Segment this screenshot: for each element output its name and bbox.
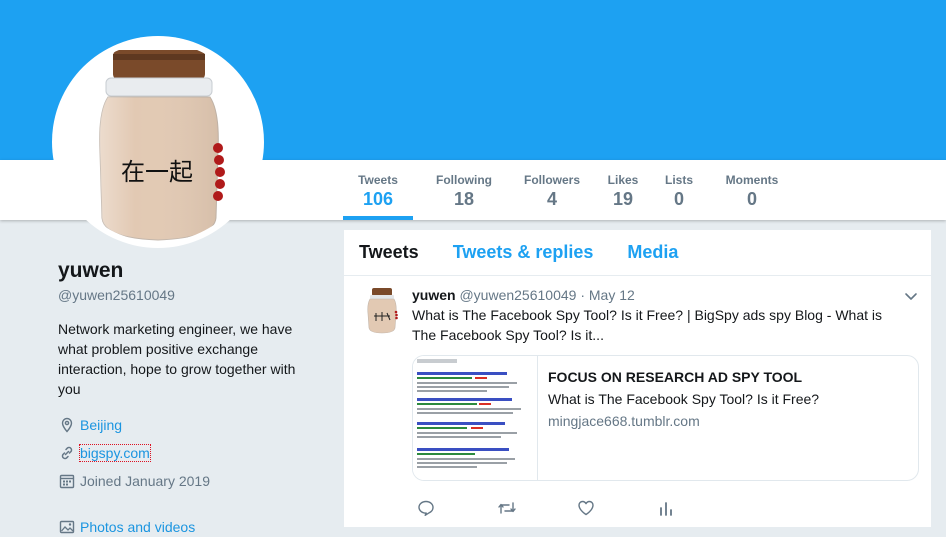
stat-value: 4 xyxy=(546,189,557,209)
location-link[interactable]: Beijing xyxy=(80,417,122,433)
tab-media[interactable]: Media xyxy=(627,242,678,263)
profile-card: yuwen @yuwen25610049 Network marketing e… xyxy=(58,258,328,537)
location-icon xyxy=(58,416,76,434)
card-title: FOCUS ON RESEARCH AD SPY TOOL xyxy=(548,369,803,385)
joined-date: Joined January 2019 xyxy=(80,473,210,489)
tweet-text: What is The Facebook Spy Tool? Is it Fre… xyxy=(412,307,882,343)
tab-tweets-replies[interactable]: Tweets & replies xyxy=(453,242,594,263)
search-results-thumbnail xyxy=(413,356,537,480)
profile-name[interactable]: yuwen xyxy=(58,258,328,284)
stat-tweets[interactable]: Tweets 106 xyxy=(343,172,413,220)
profile-stats: Tweets 106 Following 18 Followers 4 Like… xyxy=(343,172,785,220)
tweet-author-name[interactable]: yuwen xyxy=(412,287,456,303)
stat-label: Following xyxy=(436,173,492,187)
profile-joined: Joined January 2019 xyxy=(58,471,328,491)
stat-value: 0 xyxy=(673,189,684,209)
stat-value: 106 xyxy=(362,189,394,209)
photos-link[interactable]: Photos and videos xyxy=(80,519,195,535)
calendar-icon xyxy=(58,472,76,490)
analytics-icon[interactable] xyxy=(657,498,737,518)
stat-label: Tweets xyxy=(358,173,398,187)
stat-label: Likes xyxy=(607,173,639,187)
stat-lists[interactable]: Lists 0 xyxy=(647,172,705,220)
reply-icon[interactable] xyxy=(417,498,497,518)
link-icon xyxy=(58,444,76,462)
stat-label: Moments xyxy=(725,173,779,187)
tweet-actions xyxy=(412,498,919,518)
tweet-date[interactable]: · May 12 xyxy=(580,287,634,303)
timeline: Tweets Tweets & replies Media yuwen @yuw… xyxy=(344,230,931,527)
svg-text:在一起: 在一起 xyxy=(121,158,193,186)
profile-handle[interactable]: @yuwen25610049 xyxy=(58,287,328,303)
photos-icon xyxy=(58,518,76,536)
jar-thumbnail xyxy=(358,286,406,334)
tweet[interactable]: yuwen @yuwen25610049 · May 12 What is Th… xyxy=(344,276,931,518)
profile-photos: Photos and videos xyxy=(58,517,328,537)
stat-value: 18 xyxy=(453,189,475,209)
card-url: mingjace668.tumblr.com xyxy=(548,413,700,429)
card-body: FOCUS ON RESEARCH AD SPY TOOL What is Th… xyxy=(538,356,829,480)
profile-avatar[interactable]: 在一起 xyxy=(52,36,264,248)
stat-label: Followers xyxy=(523,173,580,187)
card-thumbnail xyxy=(413,356,538,480)
stat-value: 0 xyxy=(746,189,757,209)
link-card[interactable]: FOCUS ON RESEARCH AD SPY TOOL What is Th… xyxy=(412,355,919,481)
tweet-avatar[interactable] xyxy=(358,286,406,334)
stat-following[interactable]: Following 18 xyxy=(413,172,501,220)
tweet-author-handle[interactable]: @yuwen25610049 xyxy=(459,287,576,303)
retweet-icon[interactable] xyxy=(497,498,577,518)
stat-likes[interactable]: Likes 19 xyxy=(589,172,647,220)
stat-label: Lists xyxy=(664,173,693,187)
stat-value: 19 xyxy=(612,189,634,209)
avatar-image: 在一起 xyxy=(58,42,258,242)
stat-followers[interactable]: Followers 4 xyxy=(501,172,589,220)
website-link[interactable]: bigspy.com xyxy=(79,444,151,462)
timeline-tabs: Tweets Tweets & replies Media xyxy=(344,230,931,276)
profile-location: Beijing xyxy=(58,415,328,435)
stat-moments[interactable]: Moments 0 xyxy=(705,172,785,220)
tab-tweets[interactable]: Tweets xyxy=(359,242,419,263)
caret-down-icon[interactable] xyxy=(903,288,919,304)
card-description: What is The Facebook Spy Tool? Is it Fre… xyxy=(548,391,820,407)
like-icon[interactable] xyxy=(577,498,657,518)
tweet-header: yuwen @yuwen25610049 · May 12 xyxy=(412,286,919,304)
profile-bio: Network marketing engineer, we have what… xyxy=(58,321,296,397)
jar-illustration: 在一起 xyxy=(58,42,258,242)
profile-website: bigspy.com xyxy=(58,443,328,463)
